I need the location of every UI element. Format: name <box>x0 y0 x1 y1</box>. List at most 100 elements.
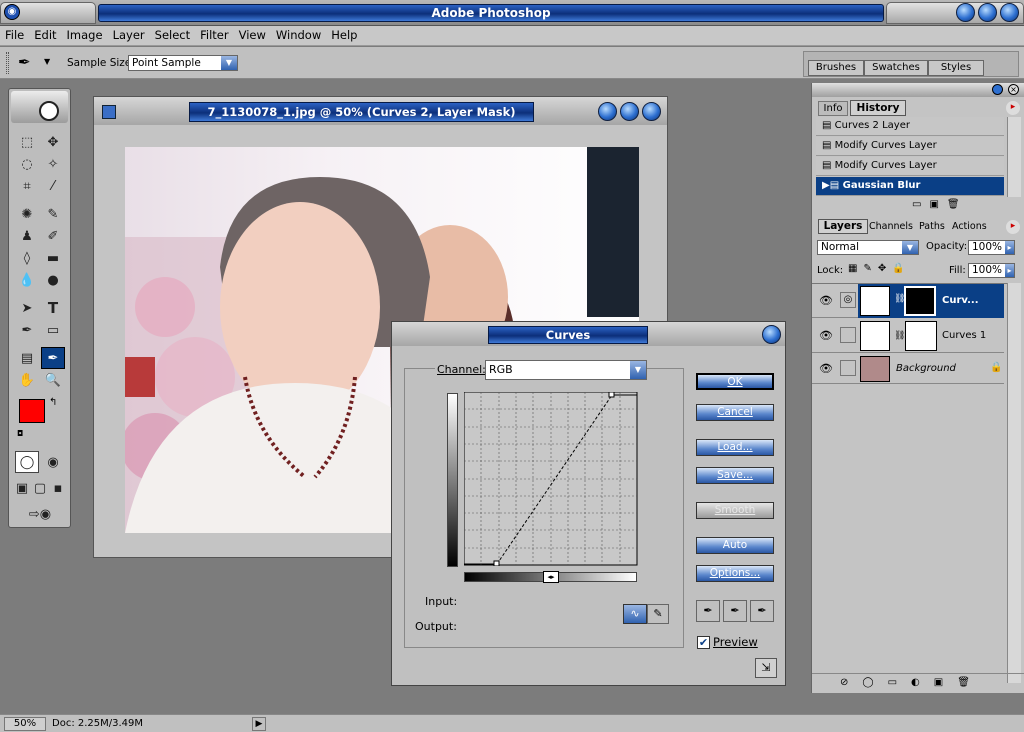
preview-checkbox[interactable]: ✔ <box>697 636 710 649</box>
layers-footer-icons[interactable]: ⊘◯▭◐▣🗑 <box>812 673 1024 691</box>
eyedropper-tool-icon[interactable]: ✒ <box>41 347 65 369</box>
gradient-toggle-icon[interactable]: ◂▸ <box>543 571 559 583</box>
maximize-button[interactable] <box>978 3 997 22</box>
document-maximize-button[interactable] <box>620 102 639 121</box>
notes-tool-icon[interactable]: ▤ <box>15 347 39 369</box>
auto-button[interactable]: Auto <box>696 537 774 554</box>
hand-tool-icon[interactable]: ✋ <box>15 369 39 391</box>
history-brush-tool-icon[interactable]: ✐ <box>41 225 65 247</box>
default-colors-icon[interactable]: ◘ <box>17 429 23 438</box>
jump-to-imageready-icon[interactable]: ⇨◉ <box>15 503 65 525</box>
chevron-down-icon[interactable]: ▼ <box>44 57 50 66</box>
menu-image[interactable]: Image <box>62 26 108 42</box>
menu-help[interactable]: Help <box>326 26 362 42</box>
crop-tool-icon[interactable]: ⌗ <box>15 175 39 197</box>
history-scrollbar[interactable] <box>1007 117 1021 197</box>
history-item[interactable]: ▤ Modify Curves Layer <box>816 157 1004 176</box>
history-menu-icon[interactable]: ▸ <box>1006 101 1020 115</box>
tab-paths[interactable]: Paths <box>919 220 951 234</box>
standard-mode-icon[interactable]: ◯ <box>15 451 39 473</box>
options-grip[interactable] <box>6 52 9 74</box>
pen-tool-icon[interactable]: ✒ <box>15 319 39 341</box>
move-tool-icon[interactable]: ✥ <box>41 131 65 153</box>
tab-brushes[interactable]: Brushes <box>808 60 864 76</box>
save-button[interactable]: Save... <box>696 467 774 484</box>
load-button[interactable]: Load... <box>696 439 774 456</box>
magic-wand-tool-icon[interactable]: ✧ <box>41 153 65 175</box>
layer-link-box[interactable] <box>840 360 856 376</box>
pencil-tool-icon[interactable]: ✎ <box>647 604 669 624</box>
fill-input[interactable]: 100% ▸ <box>968 263 1015 278</box>
menu-window[interactable]: Window <box>271 26 326 42</box>
tab-history[interactable]: History <box>850 100 906 116</box>
path-selection-tool-icon[interactable]: ➤ <box>15 297 39 319</box>
layer-mask-link-icon[interactable]: ◎ <box>840 292 856 308</box>
healing-brush-tool-icon[interactable]: ✺ <box>15 203 39 225</box>
menu-file[interactable]: File <box>0 26 29 42</box>
blend-mode-select[interactable]: Normal ▼ <box>817 240 919 255</box>
palette-close-icon[interactable]: × <box>1008 84 1019 95</box>
history-item[interactable]: ▤ Curves 2 Layer <box>816 117 1004 136</box>
screen-mode-full-icon[interactable]: ▪ <box>49 477 67 499</box>
black-eyedropper-icon[interactable]: ✒ <box>696 600 720 622</box>
menu-view[interactable]: View <box>234 26 271 42</box>
marquee-tool-icon[interactable]: ⬚ <box>15 131 39 153</box>
curves-graph[interactable] <box>464 392 638 566</box>
photoshop-logo-icon[interactable]: ◉ <box>4 4 20 20</box>
zoom-tool-icon[interactable]: 🔍 <box>41 369 65 391</box>
gray-eyedropper-icon[interactable]: ✒ <box>723 600 747 622</box>
cancel-button[interactable]: Cancel <box>696 404 774 421</box>
smooth-button[interactable]: Smooth <box>696 502 774 519</box>
options-button[interactable]: Options... <box>696 565 774 582</box>
expand-dialog-icon[interactable]: ⇲ <box>755 658 777 678</box>
gradient-tool-icon[interactable]: ▬ <box>41 247 65 269</box>
eraser-tool-icon[interactable]: ◊ <box>15 247 39 269</box>
tab-channels[interactable]: Channels <box>869 220 917 234</box>
layer-row[interactable]: 👁 ⛓ Curves 1 <box>812 319 1004 353</box>
history-footer-icons[interactable]: ▭▣🗑 <box>912 199 968 210</box>
tab-actions[interactable]: Actions <box>952 220 994 234</box>
eyedropper-tool-preset-icon[interactable]: ✒ <box>18 53 31 71</box>
clone-stamp-tool-icon[interactable]: ♟ <box>15 225 39 247</box>
document-minimize-button[interactable] <box>598 102 617 121</box>
ok-button[interactable]: OK <box>696 373 774 390</box>
menu-layer[interactable]: Layer <box>108 26 150 42</box>
link-chain-icon[interactable]: ⛓ <box>894 331 905 341</box>
eye-icon[interactable]: 👁 <box>819 329 833 342</box>
history-item[interactable]: ▤ Modify Curves Layer <box>816 137 1004 156</box>
tab-layers[interactable]: Layers <box>818 219 868 234</box>
history-item-selected[interactable]: ▶▤ Gaussian Blur <box>816 177 1004 196</box>
layers-menu-icon[interactable]: ▸ <box>1006 220 1020 234</box>
zoom-level[interactable]: 50% <box>4 717 46 731</box>
tab-swatches[interactable]: Swatches <box>864 60 928 76</box>
brush-tool-icon[interactable]: ✎ <box>41 203 65 225</box>
rectangle-tool-icon[interactable]: ▭ <box>41 319 65 341</box>
eye-icon[interactable]: 👁 <box>819 362 833 375</box>
slice-tool-icon[interactable]: ⁄ <box>41 175 65 197</box>
channel-select[interactable]: RGB ▼ <box>485 360 647 380</box>
lasso-tool-icon[interactable]: ◌ <box>15 153 39 175</box>
layer-row[interactable]: 👁 Background 🔒 <box>812 354 1004 384</box>
quick-mask-mode-icon[interactable]: ◉ <box>41 451 65 473</box>
opacity-input[interactable]: 100% ▸ <box>968 240 1015 255</box>
status-menu-arrow-icon[interactable]: ▶ <box>252 717 266 731</box>
eye-icon[interactable]: 👁 <box>819 294 833 307</box>
minimize-button[interactable] <box>956 3 975 22</box>
white-eyedropper-icon[interactable]: ✒ <box>750 600 774 622</box>
curves-close-button[interactable] <box>762 325 781 344</box>
palette-minimize-icon[interactable] <box>992 84 1003 95</box>
swap-colors-icon[interactable]: ↰ <box>49 397 57 408</box>
layer-row[interactable]: 👁 ◎ ⛓ Curv... <box>812 284 1004 318</box>
document-close-button[interactable] <box>642 102 661 121</box>
blur-tool-icon[interactable]: 💧 <box>15 269 39 291</box>
layers-scrollbar[interactable] <box>1007 283 1021 683</box>
tab-info[interactable]: Info <box>818 101 848 116</box>
type-tool-icon[interactable]: T <box>41 297 65 319</box>
screen-mode-standard-icon[interactable]: ▣ <box>13 477 31 499</box>
foreground-color-swatch[interactable] <box>19 399 45 423</box>
dodge-tool-icon[interactable]: ● <box>41 269 65 291</box>
menu-select[interactable]: Select <box>150 26 195 42</box>
close-button[interactable] <box>1000 3 1019 22</box>
sample-size-select[interactable]: Point Sample ▼ <box>128 55 238 71</box>
tab-styles[interactable]: Styles <box>928 60 984 76</box>
